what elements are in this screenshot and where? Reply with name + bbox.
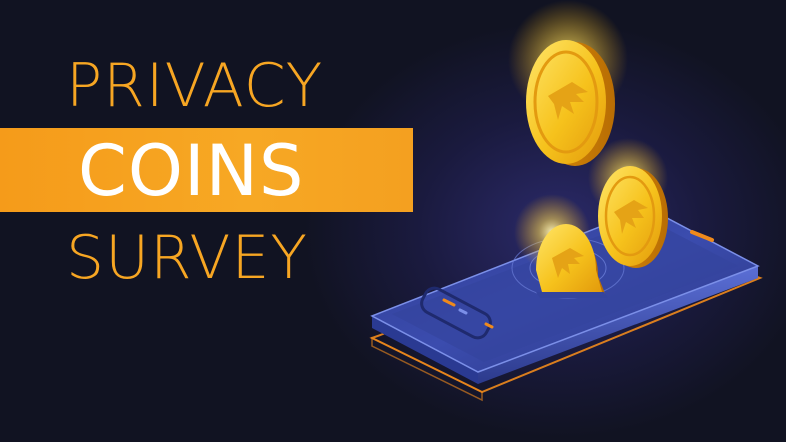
title-line-survey: SURVEY <box>66 223 309 293</box>
title-line-coins: COINS <box>78 130 305 212</box>
coin-icon <box>526 40 615 166</box>
banner: PRIVACY COINS SURVEY <box>0 0 786 442</box>
title-line-privacy: PRIVACY <box>66 51 324 121</box>
coin-icon <box>598 166 668 268</box>
